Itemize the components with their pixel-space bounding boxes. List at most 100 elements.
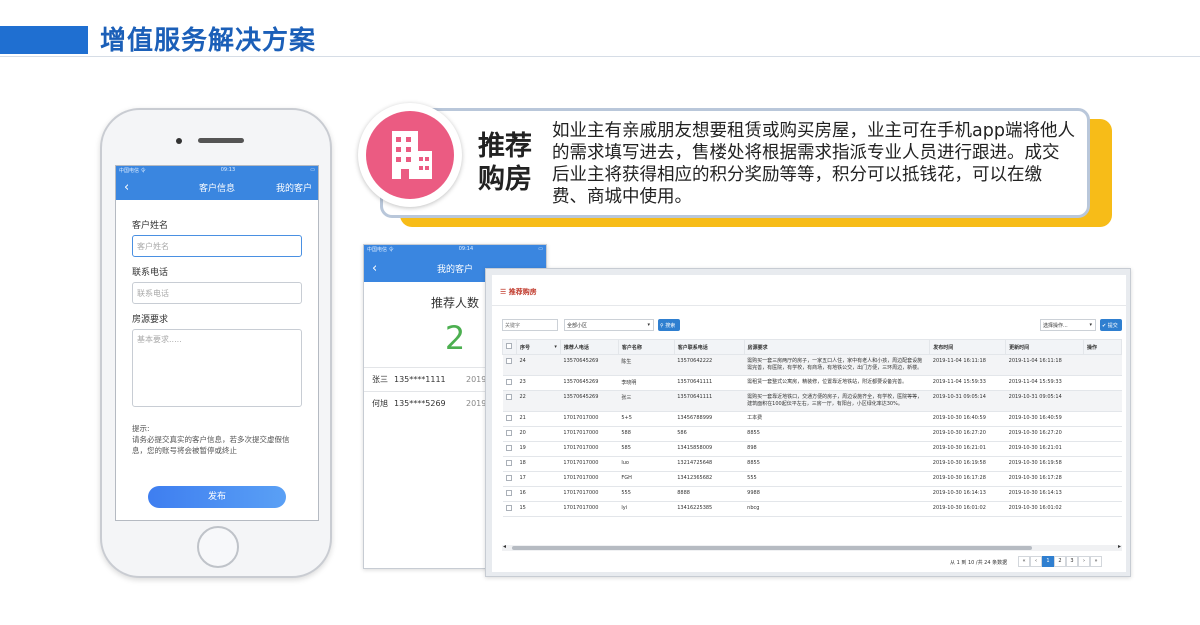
submit-button[interactable]: 发布 [148,486,286,508]
confirm-button[interactable]: ✔ 提交 [1100,319,1122,331]
table-row[interactable]: 23 13570645269 李晓明 13570641111 需租赁一套整式公寓房，精装… [502,375,1122,391]
cell-actions[interactable] [1083,426,1122,442]
table-row[interactable]: 20 17017017000 588 586 8855 2019-10-30 16:27:… [502,426,1122,442]
page-button[interactable]: « [1018,556,1030,567]
col-requirement[interactable]: 房源要求 [743,339,931,355]
cell-actions[interactable] [1083,354,1122,376]
cell-update-time: 2019-10-30 16:40:59 [1005,411,1084,427]
search-button-label: 搜索 [665,323,676,329]
cell-customer-name: 张三 [618,390,675,412]
cell-actions[interactable] [1083,486,1122,502]
table-row[interactable]: 16 17017017000 555 8888 9988 2019-10-30 16:14… [502,486,1122,502]
requirement-textarea[interactable]: 基本要求..... [132,329,302,407]
front-camera [176,138,182,144]
row-checkbox[interactable] [505,415,512,421]
table-row[interactable]: 17 17017017000 FGH 13412365682 555 2019-10-30… [502,471,1122,487]
pagination-info: 从 1 到 10 /共 24 条数据 [950,560,1008,566]
home-button [197,526,239,568]
cell-actions[interactable] [1083,375,1122,391]
scroll-right-icon[interactable]: ▸ [1118,543,1121,550]
scrollbar-thumb[interactable] [512,546,1032,550]
row-checkbox[interactable] [505,379,512,385]
community-select[interactable]: 全部小区 ▾ [564,319,654,331]
header-divider [0,56,1200,57]
status-time: 09:13 [220,167,236,173]
row-checkbox-cell[interactable] [502,411,517,427]
battery-icon: ▭ [310,167,315,173]
table-row[interactable]: 18 17017017000 luo 13214725648 8855 2019-10-3… [502,456,1122,472]
cell-referrer-phone: 13570645269 [560,375,619,391]
row-checkbox-cell[interactable] [502,375,517,391]
col-publish-time[interactable]: 发布时间 [929,339,1007,355]
row-checkbox-cell[interactable] [502,471,517,487]
table-row[interactable]: 21 17017017000 5+5 13456788999 工本费 2019-10-30… [502,411,1122,427]
col-seq-label: 序号 [519,344,530,351]
cell-referrer-phone: 17017017000 [560,456,619,472]
cell-requirement: 8855 [744,456,930,472]
row-checkbox[interactable] [505,460,512,466]
phone-input[interactable]: 联系电话 [132,282,302,304]
row-checkbox-cell[interactable] [502,501,517,517]
col-seq[interactable]: 序号 ▾ [515,339,561,355]
table-row[interactable]: 22 13570645269 张三 13570641111 需购买一套靠近地铁口，交通方… [502,390,1122,412]
row-checkbox[interactable] [505,505,512,511]
page-button[interactable]: » [1090,556,1102,567]
select-all-checkbox[interactable] [506,343,512,349]
col-update-time[interactable]: 更新时间 [1005,339,1085,355]
scroll-left-icon[interactable]: ◂ [503,543,506,550]
cell-actions[interactable] [1083,441,1122,457]
row-checkbox-cell[interactable] [502,486,517,502]
cell-customer-name: 陈生 [618,354,675,376]
cell-customer-phone: 13570641111 [674,375,745,391]
cell-requirement: 9988 [744,486,930,502]
page-title: 增值服务解决方案 [100,26,317,56]
horizontal-scrollbar[interactable]: ◂ ▸ [502,543,1122,551]
col-actions: 操作 [1083,339,1122,355]
cell-actions[interactable] [1083,471,1122,487]
cell-actions[interactable] [1083,390,1122,412]
row-checkbox[interactable] [505,490,512,496]
cell-seq: 20 [516,426,561,442]
row-checkbox[interactable] [505,430,512,436]
status-bar-2: 中国电信 令 09:14 ▭ [364,245,546,254]
search-button[interactable]: ⚲ 搜索 [658,319,680,331]
table-row[interactable]: 15 17017017000 lyi 13416225385 nbcg 2019-10-3… [502,501,1122,517]
page-button[interactable]: 1 [1042,556,1054,567]
select-all-header[interactable] [502,339,517,355]
row-checkbox-cell[interactable] [502,456,517,472]
cell-actions[interactable] [1083,411,1122,427]
page-button[interactable]: › [1078,556,1090,567]
cell-seq: 17 [516,471,561,487]
page-button[interactable]: 3 [1066,556,1078,567]
cell-seq: 22 [516,390,561,412]
table-row[interactable]: 24 13570645269 陈生 13570642222 需购买一套三房两厅的房子，一… [502,354,1122,376]
cell-customer-name: 555 [618,486,675,502]
table-row[interactable]: 19 17017017000 585 13415858009 898 2019-10-30… [502,441,1122,457]
cell-publish-time: 2019-10-30 16:17:28 [929,471,1006,487]
row-checkbox-cell[interactable] [502,426,517,442]
cell-actions[interactable] [1083,501,1122,517]
cell-customer-phone: 13214725648 [674,456,745,472]
row-checkbox[interactable] [505,394,512,400]
row-checkbox-cell[interactable] [502,390,517,412]
row-checkbox[interactable] [505,475,512,481]
page-button[interactable]: ‹ [1030,556,1042,567]
row-checkbox[interactable] [505,445,512,451]
action-select-value: 选择操作... [1043,323,1068,329]
row-checkbox-cell[interactable] [502,354,517,376]
action-select[interactable]: 选择操作... ▾ [1040,319,1096,331]
row-checkbox[interactable] [505,358,512,364]
page-button[interactable]: 2 [1054,556,1066,567]
building-icon-badge [358,103,462,207]
keyword-input[interactable]: 关键字 [502,319,558,331]
name-input[interactable]: 客户姓名 [132,235,302,257]
cell-actions[interactable] [1083,456,1122,472]
col-customer-phone[interactable]: 客户联系电话 [673,339,745,355]
cell-requirement: 需租赁一套整式公寓房，精装修，位置靠近地铁站，附近都要设备完善。 [744,375,930,391]
row-checkbox-cell[interactable] [502,441,517,457]
col-referrer-phone[interactable]: 推荐人电话 [559,339,619,355]
col-customer-name[interactable]: 客户名称 [617,339,675,355]
cell-customer-phone: 13415858009 [674,441,745,457]
cell-customer-name: luo [618,456,675,472]
my-customers-link[interactable]: 我的客户 [276,181,312,194]
